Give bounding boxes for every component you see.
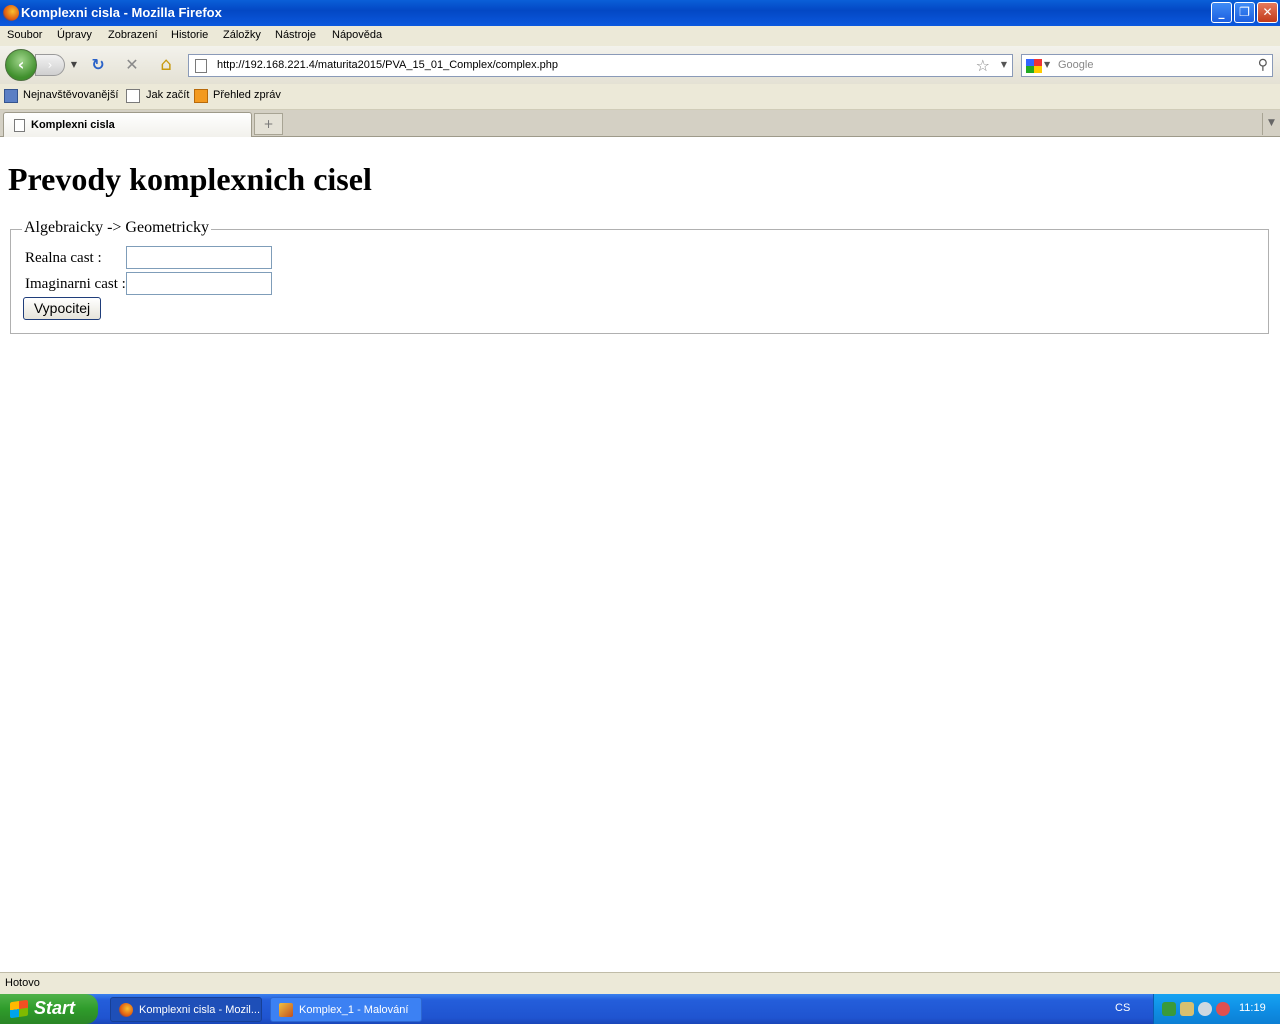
menu-zobrazeni[interactable]: Zobrazení [108,29,158,41]
window-title: Komplexni cisla - Mozilla Firefox [21,5,222,20]
menu-bar: Soubor Úpravy Zobrazení Historie Záložky… [0,26,1280,46]
start-label: Start [34,998,76,1018]
bookmarks-toolbar: Nejnavštěvovanější Jak začít Přehled zpr… [0,84,1280,110]
menu-napoveda[interactable]: Nápověda [332,29,382,41]
back-button[interactable]: ‹ [5,49,37,81]
tab-label: Komplexni cisla [31,119,115,131]
taskbar-item-firefox[interactable]: Komplexni cisla - Mozil... [110,997,262,1022]
page-icon [126,89,140,103]
bookmark-getting-started[interactable]: Jak začít [146,89,189,101]
tab-list-dropdown-icon[interactable]: ▼ [1262,113,1280,135]
real-part-input[interactable] [126,246,272,269]
language-indicator[interactable]: CS [1115,1002,1130,1014]
url-dropdown-icon[interactable]: ▼ [1001,60,1007,69]
windows-taskbar: Start Komplexni cisla - Mozil... Komplex… [0,994,1280,1024]
imaginary-part-input[interactable] [126,272,272,295]
bookmark-star-icon[interactable]: ☆ [976,56,990,75]
reload-icon[interactable]: ↻ [88,55,108,75]
taskbar-item-label: Komplexni cisla - Mozil... [139,1004,261,1016]
page-icon [14,119,25,132]
real-part-label: Realna cast : [25,250,102,266]
minimize-button[interactable]: _ [1211,2,1232,23]
paint-icon [279,1003,293,1017]
most-visited-icon [4,89,18,103]
status-text: Hotovo [5,977,40,989]
bookmark-most-visited[interactable]: Nejnavštěvovanější [23,89,118,101]
user-icon[interactable] [1180,1002,1194,1016]
tab-komplexni-cisla[interactable]: Komplexni cisla [3,112,252,137]
new-tab-button[interactable]: + [254,113,283,135]
url-bar[interactable]: http://192.168.221.4/maturita2015/PVA_15… [188,54,1013,77]
status-bar: Hotovo [0,972,1280,994]
bookmark-news-feed[interactable]: Přehled zpráv [213,89,281,101]
url-text[interactable]: http://192.168.221.4/maturita2015/PVA_15… [217,59,558,71]
close-button[interactable]: ✕ [1257,2,1278,23]
history-dropdown-icon[interactable]: ▼ [64,55,84,75]
windows-flag-icon [10,999,28,1019]
firefox-logo-icon [3,5,19,21]
fieldset-legend: Algebraicky -> Geometricky [22,219,211,237]
page-heading: Prevody komplexnich cisel [8,161,372,197]
rss-feed-icon [194,89,208,103]
calculate-button[interactable]: Vypocitej [23,297,101,320]
menu-historie[interactable]: Historie [171,29,208,41]
security-icon[interactable] [1216,1002,1230,1016]
search-icon[interactable]: ⚲ [1258,57,1268,73]
taskbar-item-label: Komplex_1 - Malování [299,1004,409,1016]
system-tray: 11:19 [1153,994,1280,1024]
antivirus-icon[interactable] [1198,1002,1212,1016]
search-bar[interactable]: ▼ Google ⚲ [1021,54,1273,77]
menu-soubor[interactable]: Soubor [7,29,42,41]
window-titlebar[interactable]: Komplexni cisla - Mozilla Firefox _ ❐ ✕ [0,0,1280,26]
navigation-toolbar: › ‹ ▼ ↻ ✕ ⌂ http://192.168.221.4/maturit… [0,46,1280,84]
menu-zalozky[interactable]: Záložky [223,29,261,41]
engine-dropdown-icon[interactable]: ▼ [1044,60,1050,69]
network-icon[interactable] [1162,1002,1176,1016]
firefox-icon [119,1003,133,1017]
tab-strip: Komplexni cisla + ▼ [0,110,1280,137]
home-icon[interactable]: ⌂ [156,55,176,75]
page-content: Prevody komplexnich cisel Algebraicky ->… [0,137,1280,972]
google-engine-icon[interactable] [1026,59,1042,73]
forward-button[interactable]: › [35,54,65,76]
restore-button[interactable]: ❐ [1234,2,1255,23]
menu-nastroje[interactable]: Nástroje [275,29,316,41]
search-placeholder[interactable]: Google [1058,59,1093,71]
clock: 11:19 [1239,1002,1266,1014]
start-button[interactable]: Start [0,994,98,1024]
imaginary-part-label: Imaginarni cast : [25,276,126,292]
stop-icon[interactable]: ✕ [122,55,142,75]
taskbar-item-paint[interactable]: Komplex_1 - Malování [270,997,422,1022]
menu-upravy[interactable]: Úpravy [57,29,92,41]
page-icon [195,59,207,73]
